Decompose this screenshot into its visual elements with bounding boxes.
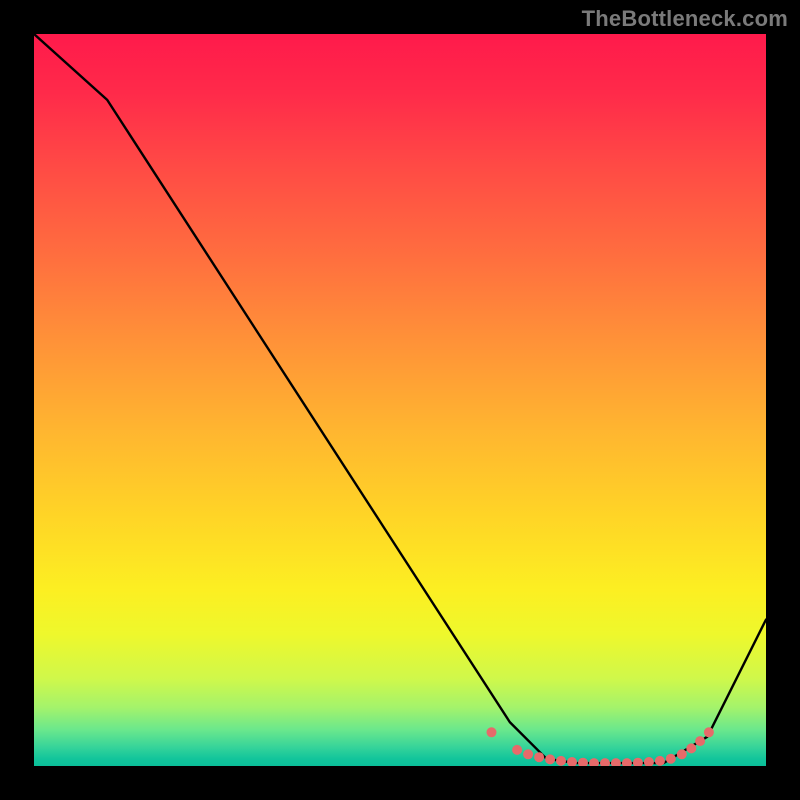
marker-dot [578, 758, 588, 766]
watermark-text: TheBottleneck.com [582, 6, 788, 32]
marker-dot [534, 752, 544, 762]
marker-dot [556, 756, 566, 766]
marker-dot [677, 749, 687, 759]
chart-svg [34, 34, 766, 766]
marker-dot [686, 743, 696, 753]
marker-dot [704, 727, 714, 737]
marker-dot [512, 745, 522, 755]
marker-dot [666, 754, 676, 764]
marker-dot [644, 757, 654, 766]
marker-dot [655, 756, 665, 766]
chart-stage: TheBottleneck.com [0, 0, 800, 800]
marker-dot [487, 727, 497, 737]
marker-dot [695, 736, 705, 746]
plot-frame [34, 34, 766, 766]
marker-dot [633, 758, 643, 766]
marker-dot [567, 757, 577, 766]
curve-line [34, 34, 766, 763]
marker-dot [600, 758, 610, 766]
marker-dot [611, 758, 621, 766]
marker-dot [523, 749, 533, 759]
marker-dot [622, 758, 632, 766]
marker-dot [545, 754, 555, 764]
marker-dot [589, 758, 599, 766]
